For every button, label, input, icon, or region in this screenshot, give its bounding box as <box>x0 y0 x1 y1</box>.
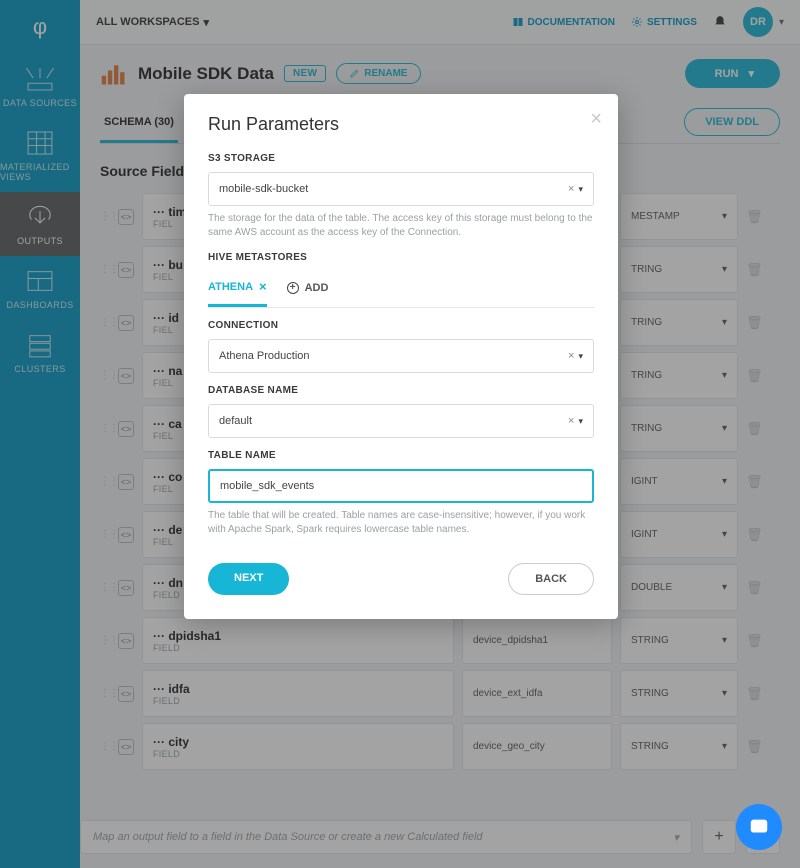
modal-title: Run Parameters <box>208 114 594 135</box>
close-icon[interactable]: × <box>259 279 267 294</box>
chat-icon <box>748 816 770 838</box>
plus-icon: + <box>287 282 299 294</box>
run-parameters-modal: × Run Parameters S3 STORAGE mobile-sdk-b… <box>184 94 618 619</box>
s3-storage-help: The storage for the data of the table. T… <box>208 212 594 240</box>
chevron-down-icon[interactable]: ▾ <box>578 416 583 427</box>
table-name-input[interactable]: mobile_sdk_events <box>208 469 594 503</box>
close-button[interactable]: × <box>590 108 602 131</box>
database-name-select[interactable]: default × ▾ <box>208 404 594 438</box>
s3-storage-select[interactable]: mobile-sdk-bucket × ▾ <box>208 172 594 206</box>
chevron-down-icon[interactable]: ▾ <box>578 351 583 362</box>
tab-add[interactable]: + ADD <box>287 271 329 307</box>
clear-icon[interactable]: × <box>568 415 574 427</box>
table-name-label: TABLE NAME <box>208 450 594 461</box>
clear-icon[interactable]: × <box>568 183 574 195</box>
back-button[interactable]: BACK <box>508 563 594 595</box>
intercom-chat-button[interactable] <box>736 804 782 850</box>
metastore-tabs: ATHENA × + ADD <box>208 271 594 308</box>
s3-storage-label: S3 STORAGE <box>208 153 594 164</box>
next-button[interactable]: NEXT <box>208 563 289 595</box>
hive-metastores-label: HIVE METASTORES <box>208 252 594 263</box>
connection-label: CONNECTION <box>208 320 594 331</box>
database-name-label: DATABASE NAME <box>208 385 594 396</box>
clear-icon[interactable]: × <box>568 350 574 362</box>
connection-select[interactable]: Athena Production × ▾ <box>208 339 594 373</box>
chevron-down-icon[interactable]: ▾ <box>578 184 583 195</box>
table-name-help: The table that will be created. Table na… <box>208 509 594 537</box>
tab-athena[interactable]: ATHENA × <box>208 271 267 307</box>
